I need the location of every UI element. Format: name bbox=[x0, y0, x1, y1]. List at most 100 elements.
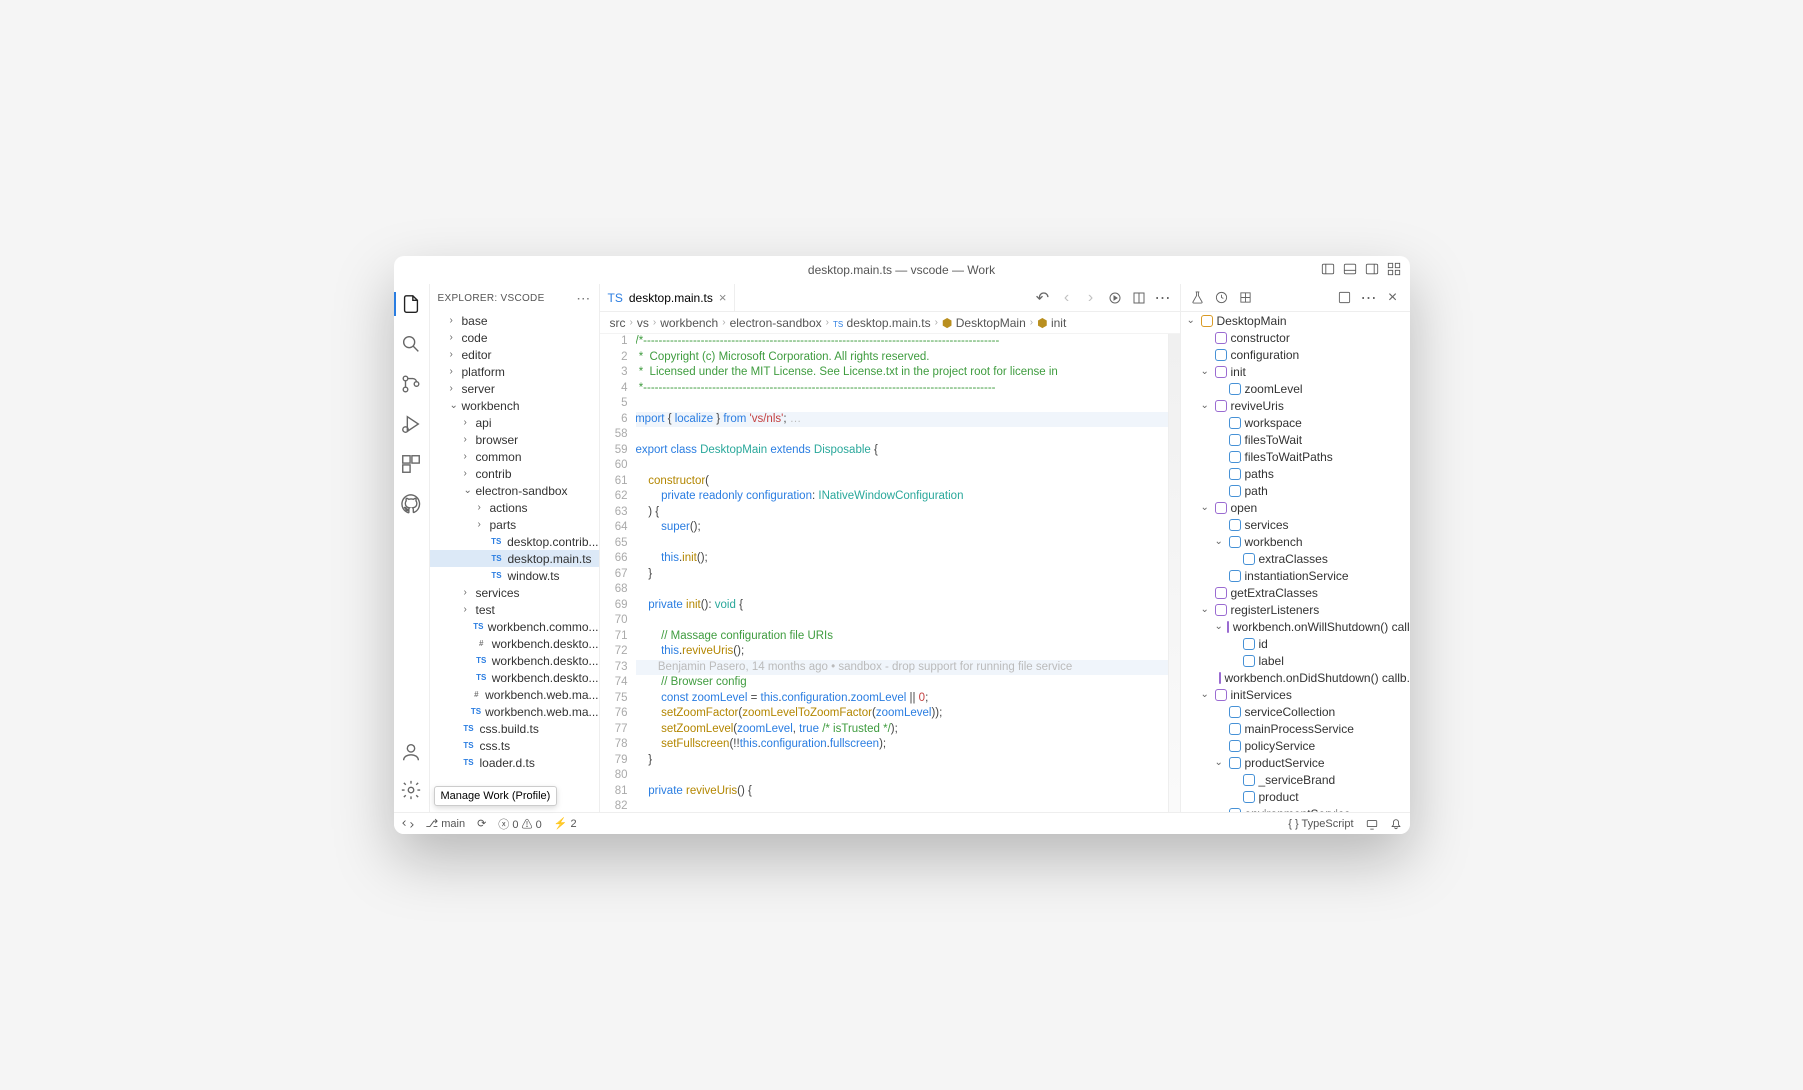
outline-item[interactable]: path bbox=[1181, 482, 1410, 499]
outline-item[interactable]: instantiationService bbox=[1181, 567, 1410, 584]
ports-indicator[interactable]: ⚡ 2 bbox=[554, 817, 577, 830]
debug-icon[interactable] bbox=[399, 412, 423, 436]
tree-item[interactable]: TSworkbench.web.ma... bbox=[430, 703, 599, 720]
remote-indicator-icon[interactable] bbox=[402, 818, 414, 830]
tree-item[interactable]: ›services bbox=[430, 584, 599, 601]
source-content[interactable]: /*--------------------------------------… bbox=[636, 334, 1180, 812]
outline-item[interactable]: extraClasses bbox=[1181, 550, 1410, 567]
tab-desktop-main[interactable]: TS desktop.main.ts × bbox=[600, 284, 736, 311]
branch-indicator[interactable]: ⎇ main bbox=[426, 817, 466, 830]
outline-item[interactable]: ⌄initServices bbox=[1181, 686, 1410, 703]
language-mode[interactable]: { } TypeScript bbox=[1288, 818, 1353, 830]
tree-item[interactable]: TScss.build.ts bbox=[430, 720, 599, 737]
tree-item[interactable]: TSdesktop.main.ts bbox=[430, 550, 599, 567]
outline-item[interactable]: ⌄DesktopMain bbox=[1181, 312, 1410, 329]
tree-item[interactable]: ›editor bbox=[430, 346, 599, 363]
outline-item[interactable]: paths bbox=[1181, 465, 1410, 482]
outline-item[interactable]: product bbox=[1181, 788, 1410, 805]
tree-item[interactable]: ›common bbox=[430, 448, 599, 465]
outline-item[interactable]: services bbox=[1181, 516, 1410, 533]
github-icon[interactable] bbox=[399, 492, 423, 516]
tree-item[interactable]: ›api bbox=[430, 414, 599, 431]
tree-item[interactable]: ›base bbox=[430, 312, 599, 329]
layout-grid-icon[interactable] bbox=[1386, 261, 1402, 277]
tree-item[interactable]: #workbench.deskto... bbox=[430, 635, 599, 652]
notifications-icon[interactable] bbox=[1390, 818, 1402, 830]
breadcrumb-segment[interactable]: ⬢ DesktopMain bbox=[942, 316, 1026, 330]
tree-item[interactable]: ›test bbox=[430, 601, 599, 618]
editor-more-icon[interactable]: ⋯ bbox=[1156, 291, 1170, 305]
tree-item[interactable]: TSwindow.ts bbox=[430, 567, 599, 584]
tree-item[interactable]: ⌄electron-sandbox bbox=[430, 482, 599, 499]
outline-item[interactable]: workbench.onDidShutdown() callb... bbox=[1181, 669, 1410, 686]
feedback-icon[interactable] bbox=[1366, 818, 1378, 830]
outline-flask-icon[interactable] bbox=[1191, 291, 1205, 305]
sync-icon[interactable]: ⟳ bbox=[477, 817, 486, 830]
source-control-icon[interactable] bbox=[399, 372, 423, 396]
tree-item[interactable]: ›server bbox=[430, 380, 599, 397]
tree-item[interactable]: TSworkbench.commo... bbox=[430, 618, 599, 635]
outline-item[interactable]: label bbox=[1181, 652, 1410, 669]
outline-item[interactable]: id bbox=[1181, 635, 1410, 652]
outline-close-icon[interactable]: × bbox=[1386, 291, 1400, 305]
minimap[interactable] bbox=[1168, 334, 1180, 812]
tree-item[interactable]: #workbench.web.ma... bbox=[430, 686, 599, 703]
breadcrumb-segment[interactable]: src bbox=[610, 316, 626, 330]
tree-item[interactable]: TSworkbench.deskto... bbox=[430, 669, 599, 686]
panel-bottom-icon[interactable] bbox=[1342, 261, 1358, 277]
outline-item[interactable]: ⌄reviveUris bbox=[1181, 397, 1410, 414]
account-icon[interactable] bbox=[399, 740, 423, 764]
tree-item[interactable]: TSworkbench.deskto... bbox=[430, 652, 599, 669]
tree-item[interactable]: ›code bbox=[430, 329, 599, 346]
outline-item[interactable]: getExtraClasses bbox=[1181, 584, 1410, 601]
breadcrumb-segment[interactable]: TS desktop.main.ts bbox=[833, 316, 931, 330]
tree-item[interactable]: ›contrib bbox=[430, 465, 599, 482]
explorer-icon[interactable] bbox=[399, 292, 423, 316]
settings-gear-icon[interactable] bbox=[399, 778, 423, 802]
outline-item[interactable]: workspace bbox=[1181, 414, 1410, 431]
nav-prev-icon[interactable]: ‹ bbox=[1060, 291, 1074, 305]
breadcrumb-segment[interactable]: vs bbox=[637, 316, 649, 330]
outline-item[interactable]: zoomLevel bbox=[1181, 380, 1410, 397]
breadcrumbs[interactable]: src›vs›workbench›electron-sandbox›TS des… bbox=[600, 312, 1180, 334]
run-icon[interactable] bbox=[1108, 291, 1122, 305]
outline-item[interactable]: configuration bbox=[1181, 346, 1410, 363]
tree-item[interactable]: ›browser bbox=[430, 431, 599, 448]
tree-item[interactable]: ›actions bbox=[430, 499, 599, 516]
outline-item[interactable]: environmentService bbox=[1181, 805, 1410, 812]
panel-right-icon[interactable] bbox=[1364, 261, 1380, 277]
sidebar-more-icon[interactable]: ⋯ bbox=[576, 290, 590, 307]
outline-history-icon[interactable] bbox=[1215, 291, 1229, 305]
outline-item[interactable]: _serviceBrand bbox=[1181, 771, 1410, 788]
breadcrumb-segment[interactable]: ⬢ init bbox=[1037, 316, 1066, 330]
problems-indicator[interactable]: ⓧ 0 ⚠ 0 bbox=[498, 816, 541, 832]
split-editor-icon[interactable] bbox=[1132, 291, 1146, 305]
outline-item[interactable]: serviceCollection bbox=[1181, 703, 1410, 720]
search-icon[interactable] bbox=[399, 332, 423, 356]
outline-item[interactable]: ⌄productService bbox=[1181, 754, 1410, 771]
outline-item[interactable]: ⌄workbench.onWillShutdown() callb... bbox=[1181, 618, 1410, 635]
code-editor[interactable]: 1234565859606162636465666768697071727374… bbox=[600, 334, 1180, 812]
tree-item[interactable]: TSloader.d.ts bbox=[430, 754, 599, 771]
outline-item[interactable]: ⌄workbench bbox=[1181, 533, 1410, 550]
tree-item[interactable]: TSdesktop.contrib... bbox=[430, 533, 599, 550]
outline-tree[interactable]: ⌄DesktopMainconstructorconfiguration⌄ini… bbox=[1181, 312, 1410, 812]
tree-item[interactable]: TScss.ts bbox=[430, 737, 599, 754]
breadcrumb-segment[interactable]: electron-sandbox bbox=[730, 316, 822, 330]
tree-item[interactable]: ›platform bbox=[430, 363, 599, 380]
outline-more-icon[interactable]: ⋯ bbox=[1362, 291, 1376, 305]
close-tab-icon[interactable]: × bbox=[719, 290, 727, 305]
go-back-icon[interactable]: ↶ bbox=[1036, 291, 1050, 305]
nav-next-icon[interactable]: › bbox=[1084, 291, 1098, 305]
outline-item[interactable]: filesToWait bbox=[1181, 431, 1410, 448]
outline-item[interactable]: constructor bbox=[1181, 329, 1410, 346]
outline-item[interactable]: policyService bbox=[1181, 737, 1410, 754]
tree-item[interactable]: ⌄workbench bbox=[430, 397, 599, 414]
outline-item[interactable]: ⌄open bbox=[1181, 499, 1410, 516]
outline-collapse-icon[interactable] bbox=[1239, 291, 1253, 305]
file-tree[interactable]: ›base›code›editor›platform›server⌄workbe… bbox=[430, 312, 599, 812]
outline-item[interactable]: ⌄init bbox=[1181, 363, 1410, 380]
breadcrumb-segment[interactable]: workbench bbox=[660, 316, 718, 330]
panel-left-icon[interactable] bbox=[1320, 261, 1336, 277]
outline-item[interactable]: mainProcessService bbox=[1181, 720, 1410, 737]
